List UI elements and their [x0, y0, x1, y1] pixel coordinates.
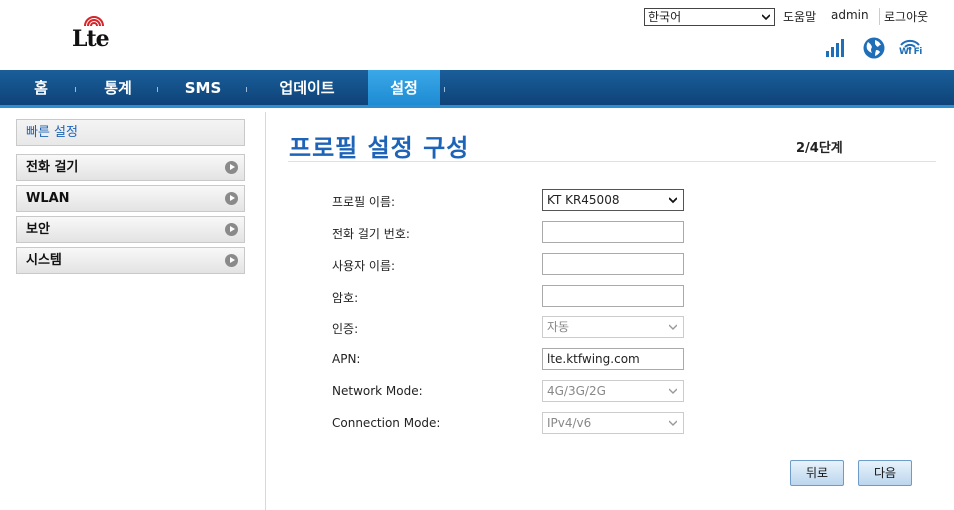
nav-separator	[157, 87, 158, 92]
nav-separator	[444, 87, 445, 92]
connection-mode-select[interactable]: IPv4/v6	[542, 412, 684, 434]
nav-separator	[246, 87, 247, 92]
nav-separator	[75, 87, 76, 92]
nav-statistics[interactable]: 통계	[90, 70, 146, 105]
chevron-down-icon	[669, 420, 677, 426]
next-button[interactable]: 다음	[858, 460, 912, 486]
sidebar-item-dialup[interactable]: 전화 걸기	[16, 154, 245, 181]
sidebar-item-label: 전화 걸기	[26, 160, 79, 175]
page-title: 프로필 설정 구성	[289, 134, 470, 162]
apn-label: APN:	[332, 352, 361, 366]
wifi-label: Wi Fi	[899, 47, 922, 57]
logo-text: Lte	[72, 26, 110, 52]
language-select[interactable]: 한국어	[644, 8, 775, 26]
chevron-down-icon	[669, 197, 677, 204]
password-label: 암호:	[332, 291, 359, 305]
lte-logo: Lte	[72, 14, 116, 54]
chevron-down-icon	[762, 14, 770, 21]
logout-link[interactable]: 로그아웃	[879, 8, 928, 25]
nav-update[interactable]: 업데이트	[262, 70, 352, 105]
profile-name-label: 프로필 이름:	[332, 195, 396, 209]
username-input[interactable]	[542, 253, 684, 275]
dial-number-input[interactable]	[542, 221, 684, 243]
language-value: 한국어	[648, 10, 682, 24]
nav-settings[interactable]: 설정	[368, 70, 440, 105]
sidebar-item-security[interactable]: 보안	[16, 216, 245, 243]
apn-input[interactable]: lte.ktfwing.com	[542, 348, 684, 370]
sidebar-item-label: 시스템	[26, 253, 62, 268]
header: Lte 한국어 도움말 admin 로그아웃 Wi Fi	[0, 0, 954, 70]
sidebar-item-quick-setup[interactable]: 빠른 설정	[16, 119, 245, 146]
auth-select[interactable]: 자동	[542, 316, 684, 338]
dial-number-label: 전화 걸기 번호:	[332, 227, 410, 241]
chevron-down-icon	[669, 324, 677, 330]
sidebar-item-label: 보안	[26, 222, 50, 237]
auth-value: 자동	[547, 320, 570, 334]
auth-label: 인증:	[332, 322, 359, 336]
step-indicator: 2/4단계	[796, 141, 843, 156]
wifi-icon: Wi Fi	[898, 36, 922, 60]
password-input[interactable]	[542, 285, 684, 307]
user-name: admin	[831, 8, 869, 22]
nav-sms[interactable]: SMS	[172, 70, 234, 105]
network-mode-label: Network Mode:	[332, 384, 423, 398]
network-mode-select[interactable]: 4G/3G/2G	[542, 380, 684, 402]
profile-name-value: KT KR45008	[547, 193, 620, 207]
nav-home[interactable]: 홈	[18, 70, 64, 105]
sidebar-item-label: WLAN	[26, 191, 70, 206]
sidebar-item-wlan[interactable]: WLAN	[16, 185, 245, 212]
profile-name-select[interactable]: KT KR45008	[542, 189, 684, 211]
signal-strength-icon	[826, 39, 844, 57]
arrow-right-icon	[225, 254, 238, 267]
sidebar-item-system[interactable]: 시스템	[16, 247, 245, 274]
arrow-right-icon	[225, 192, 238, 205]
main-nav: 홈 통계 SMS 업데이트 설정	[0, 70, 954, 108]
help-link[interactable]: 도움말	[783, 8, 816, 25]
arrow-right-icon	[225, 223, 238, 236]
connection-mode-value: IPv4/v6	[547, 416, 592, 430]
content-divider	[265, 112, 266, 510]
arrow-right-icon	[225, 161, 238, 174]
chevron-down-icon	[669, 388, 677, 394]
network-mode-value: 4G/3G/2G	[547, 384, 606, 398]
username-label: 사용자 이름:	[332, 259, 396, 273]
back-button[interactable]: 뒤로	[790, 460, 844, 486]
connection-mode-label: Connection Mode:	[332, 416, 441, 430]
title-divider	[288, 161, 936, 162]
sidebar-item-label: 빠른 설정	[26, 125, 78, 140]
globe-icon	[863, 37, 885, 59]
